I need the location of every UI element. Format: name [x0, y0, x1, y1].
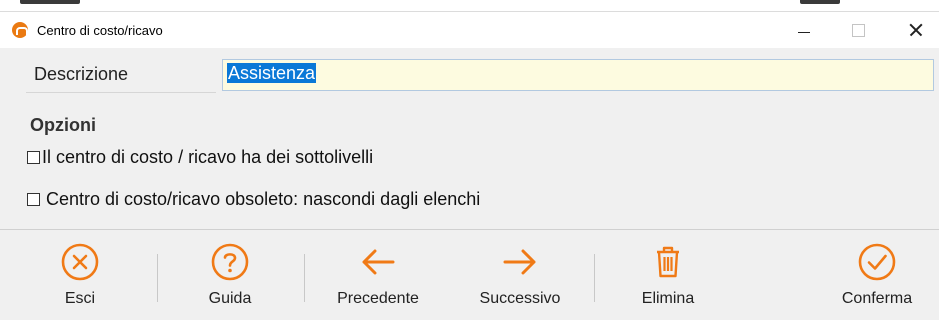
obsolete-checkbox[interactable] [27, 193, 40, 206]
window-title: Centro di costo/ricavo [37, 23, 163, 38]
obsolete-label: Centro di costo/ricavo obsoleto: nascond… [46, 189, 481, 209]
description-value: Assistenza [227, 63, 317, 83]
next-button[interactable]: Successivo [470, 242, 570, 318]
close-circle-icon [61, 243, 99, 281]
toolbar-separator [594, 254, 595, 302]
toolbar-separator [157, 254, 158, 302]
help-circle-icon [211, 243, 249, 281]
minimize-button[interactable] [781, 12, 827, 48]
next-button-label: Successivo [479, 290, 561, 307]
title-bar[interactable]: Centro di costo/ricavo [0, 12, 939, 48]
help-button[interactable]: Guida [200, 242, 260, 318]
sublevels-checkbox[interactable] [27, 151, 40, 164]
arrow-right-icon [503, 249, 536, 275]
help-button-label: Guida [208, 290, 252, 307]
option-sublevels[interactable]: Il centro di costo / ricavo ha dei sotto… [27, 147, 373, 168]
background-window-sliver [0, 0, 939, 11]
app-logo-icon [12, 22, 28, 38]
description-input[interactable]: Assistenza [222, 59, 934, 91]
exit-button-label: Esci [64, 290, 96, 307]
check-circle-icon [858, 243, 896, 281]
description-label: Descrizione [26, 57, 216, 93]
delete-button[interactable]: Elimina [632, 242, 704, 318]
option-obsolete[interactable]: Centro di costo/ricavo obsoleto: nascond… [27, 189, 480, 210]
previous-button-label: Precedente [337, 290, 419, 307]
bottom-toolbar: Esci Guida Precedente Successivo Elimina… [0, 229, 939, 320]
dialog-window: Centro di costo/ricavo Descrizione Assis… [0, 11, 939, 320]
exit-button[interactable]: Esci [58, 242, 102, 318]
sublevels-label: Il centro di costo / ricavo ha dei sotto… [42, 147, 374, 167]
options-heading: Opzioni [30, 115, 96, 135]
trash-icon [657, 246, 679, 278]
toolbar-separator [304, 254, 305, 302]
maximize-button[interactable] [838, 12, 884, 48]
delete-button-label: Elimina [641, 290, 695, 307]
close-window-button[interactable] [893, 12, 939, 48]
arrow-left-icon [362, 249, 395, 275]
confirm-button-label: Conferma [841, 290, 913, 307]
confirm-button[interactable]: Conferma [833, 242, 921, 318]
previous-button[interactable]: Precedente [328, 242, 428, 318]
